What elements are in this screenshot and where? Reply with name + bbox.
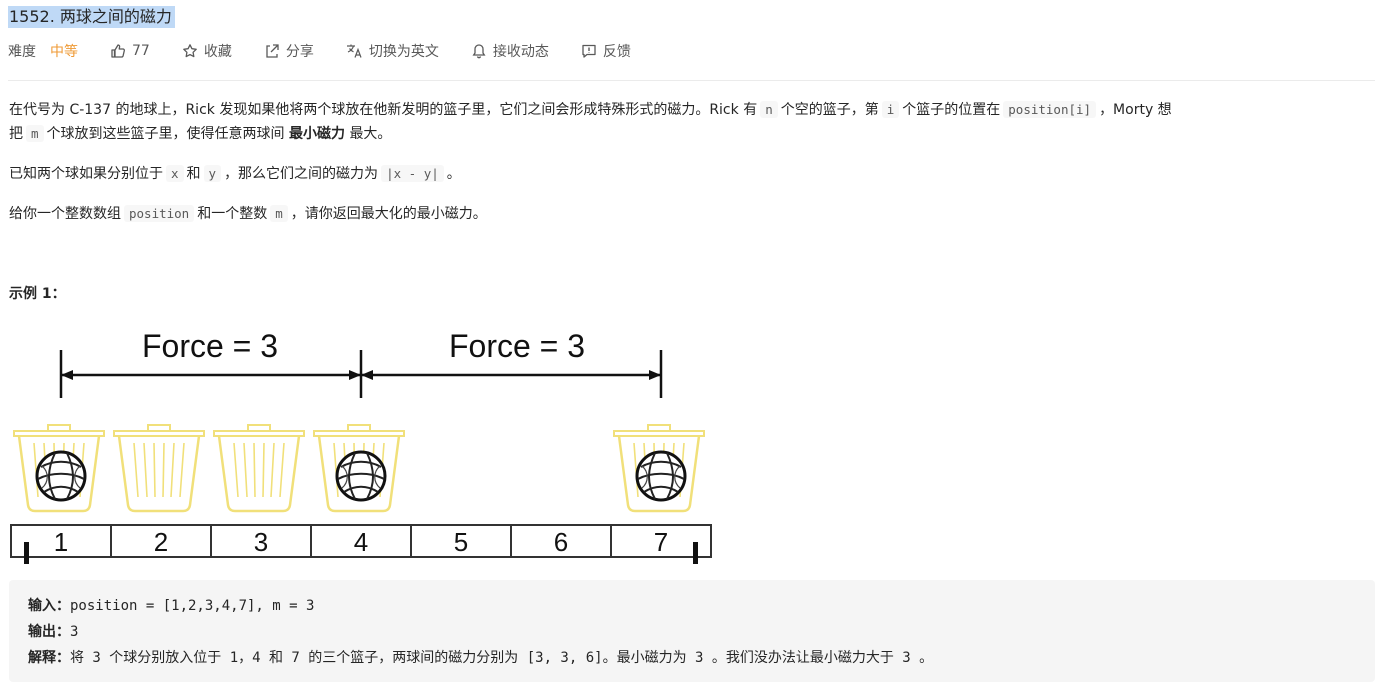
position-label: 4	[354, 527, 368, 557]
position-label: 3	[254, 527, 268, 557]
example-block: 输入：position = [1,2,3,4,7], m = 3 输出：3 解释…	[9, 580, 1375, 682]
difficulty-value: 中等	[50, 44, 78, 60]
feedback-label: 反馈	[602, 44, 631, 60]
translate-button[interactable]: 切换为英文	[346, 41, 439, 61]
feedback-button[interactable]: 反馈	[581, 41, 631, 61]
force-label-right: Force = 3	[449, 328, 585, 364]
problem-toolbar: 难度 中等 77 收藏 分享 切换为英文 接收动态 反馈	[8, 40, 663, 62]
favorite-button[interactable]: 收藏	[182, 41, 232, 61]
example-heading: 示例 1：	[9, 286, 66, 302]
subscribe-button[interactable]: 接收动态	[471, 41, 549, 61]
share-button[interactable]: 分享	[264, 41, 314, 61]
feedback-icon	[582, 44, 596, 58]
like-button[interactable]: 77	[110, 43, 150, 59]
example-output: 输出：3	[28, 624, 79, 640]
position-label: 7	[654, 527, 668, 557]
difficulty-label: 难度	[8, 44, 36, 60]
description-paragraph-2: 已知两个球如果分别位于 x 和 y ，那么它们之间的磁力为 |x - y|。	[9, 165, 461, 182]
thumbs-up-icon	[111, 44, 125, 58]
ball-at-1	[35, 450, 87, 502]
divider	[8, 80, 1375, 81]
share-label: 分享	[285, 44, 314, 60]
ball-at-7	[635, 450, 687, 502]
description-paragraph-3: 给你一个整数数组 position 和一个整数 m ，请你返回最大化的最小磁力。	[9, 205, 487, 222]
problem-title: 1552. 两球之间的磁力	[8, 6, 175, 28]
position-label: 2	[154, 527, 168, 557]
star-icon	[182, 44, 197, 58]
description-paragraph-1: 在代号为 C-137 的地球上，Rick 发现如果他将两个球放在他新发明的篮子里…	[9, 101, 1172, 142]
bell-icon	[472, 44, 486, 59]
share-icon	[266, 44, 279, 58]
position-label: 6	[554, 527, 568, 557]
like-count: 77	[132, 43, 150, 59]
example-explanation: 解释：将 3 个球分别放入位于 1，4 和 7 的三个篮子，两球间的磁力分别为 …	[28, 650, 934, 666]
basket-3	[212, 423, 306, 513]
position-label: 1	[54, 527, 68, 557]
example-input: 输入：position = [1,2,3,4,7], m = 3	[28, 598, 315, 614]
translate-icon	[346, 44, 362, 58]
translate-label: 切换为英文	[368, 44, 439, 60]
example-figure: Force = 3 Force = 3 1 2 3 4 5 6 7	[10, 328, 712, 564]
subscribe-label: 接收动态	[492, 44, 549, 60]
favorite-label: 收藏	[203, 44, 232, 60]
position-label: 5	[454, 527, 468, 557]
ball-at-4	[335, 450, 387, 502]
force-label-left: Force = 3	[142, 328, 278, 364]
basket-2	[112, 423, 206, 513]
